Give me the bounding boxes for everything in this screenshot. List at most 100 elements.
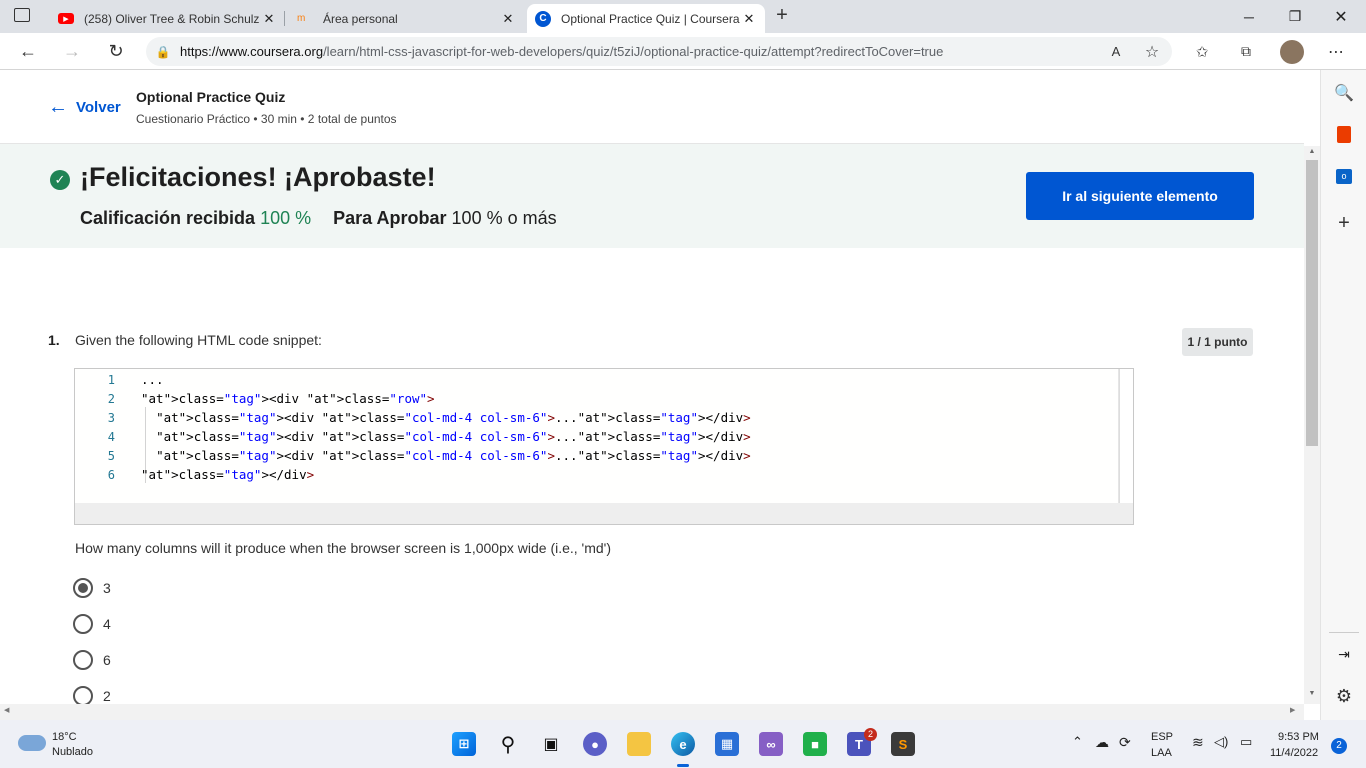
tab-actions-icon[interactable] [14, 8, 30, 22]
check-circle-icon: ✓ [50, 170, 70, 190]
option-label: 4 [103, 616, 111, 632]
clock-time[interactable]: 9:53 PM [1278, 731, 1319, 743]
code-text: "at">class="tag"><div "at">class="col-md… [156, 448, 751, 463]
edge-icon[interactable]: e [671, 732, 695, 756]
arrow-left-icon: ← [48, 96, 68, 118]
outlook-icon[interactable]: o [1321, 158, 1366, 194]
clock-date[interactable]: 11/4/2022 [1270, 747, 1318, 759]
file-explorer-icon[interactable] [627, 732, 651, 756]
wifi-icon[interactable]: ≋ [1192, 734, 1204, 751]
browser-tab-bar: ▶ (258) Oliver Tree & Robin Schulz ✕ m Á… [0, 0, 1366, 33]
favorites-icon[interactable]: ✩ [1184, 33, 1220, 70]
forward-arrow-icon[interactable]: → [54, 33, 90, 70]
close-tab-icon[interactable]: ✕ [261, 11, 277, 27]
teams-badge: 2 [864, 728, 877, 741]
pass-value: 100 % o más [451, 208, 557, 228]
horizontal-scrollbar[interactable]: ◀ ▶ [0, 704, 1304, 720]
code-text: ... [141, 372, 164, 387]
close-window-icon[interactable]: ✕ [1318, 0, 1364, 33]
read-aloud-icon[interactable]: A [1098, 33, 1134, 70]
url-host: https://www.coursera.org [180, 44, 324, 59]
question-followup: How many columns will it produce when th… [75, 540, 612, 556]
close-tab-icon[interactable]: ✕ [500, 11, 516, 27]
grade-label: Calificación recibida [80, 208, 256, 228]
answer-option[interactable]: 6 [73, 650, 111, 670]
onedrive-icon[interactable]: ☁ [1095, 734, 1109, 751]
answer-option[interactable]: 4 [73, 614, 111, 634]
pycharm-icon[interactable]: ■ [803, 732, 827, 756]
lang-top[interactable]: ESP [1151, 731, 1173, 743]
volume-icon[interactable]: ◁) [1214, 734, 1228, 750]
radio-button[interactable] [73, 686, 93, 704]
task-view-icon[interactable]: ▣ [539, 732, 563, 756]
line-number: 6 [107, 467, 115, 482]
lang-bottom[interactable]: LAA [1151, 747, 1172, 759]
back-link[interactable]: ← Volver [48, 96, 121, 119]
code-line: 1... [75, 370, 1115, 389]
grade-summary: Calificación recibida 100 % Para Aprobar… [80, 208, 557, 229]
add-favorite-icon[interactable]: ☆ [1134, 33, 1170, 70]
tab-title: Optional Practice Quiz | Coursera [561, 11, 740, 26]
code-editor: 1... 2 "at">class="tag"><div "at">class="… [75, 369, 1119, 503]
sublime-icon[interactable]: S [891, 732, 915, 756]
grade-value: 100 % [260, 208, 312, 228]
address-toolbar: ← → ↻ 🔒 https://www.coursera.org/learn/h… [0, 33, 1366, 70]
option-label: 2 [103, 688, 111, 704]
answer-option[interactable]: 3 [73, 578, 111, 598]
settings-icon[interactable]: ⚙ [1321, 678, 1366, 714]
back-arrow-icon[interactable]: ← [10, 33, 46, 70]
battery-icon[interactable]: ▭ [1240, 734, 1252, 750]
collections-icon[interactable]: ⧉ [1228, 33, 1264, 70]
line-number: 4 [107, 429, 115, 444]
url-bar[interactable]: 🔒 https://www.coursera.org/learn/html-cs… [146, 37, 1172, 66]
chat-icon[interactable]: ● [583, 732, 607, 756]
hide-sidebar-icon[interactable]: ⇥ [1321, 636, 1366, 672]
weather-temp: 18°C [52, 731, 77, 743]
new-tab-icon[interactable]: + [772, 4, 792, 28]
url-path: /learn/html-css-javascript-for-web-devel… [323, 44, 944, 59]
visual-studio-icon[interactable]: ∞ [759, 732, 783, 756]
page-scrollbar[interactable]: ▲ ▼ [1304, 146, 1320, 704]
code-line: 5 "at">class="tag"><div "at">class="col-… [75, 446, 1115, 465]
radio-button[interactable] [73, 578, 93, 598]
answer-option[interactable]: 2 [73, 686, 111, 704]
radio-button[interactable] [73, 650, 93, 670]
office-icon[interactable] [1321, 116, 1366, 152]
tab-moodle[interactable]: m Área personal ✕ [289, 4, 524, 33]
radio-button[interactable] [73, 614, 93, 634]
code-scrollbar[interactable] [1119, 369, 1133, 503]
refresh-icon[interactable]: ↻ [98, 33, 134, 70]
tab-coursera[interactable]: C Optional Practice Quiz | Coursera ✕ [527, 4, 765, 33]
points-badge: 1 / 1 punto [1182, 328, 1253, 356]
store-icon[interactable]: ▦ [715, 732, 739, 756]
youtube-icon: ▶ [58, 13, 74, 24]
profile-avatar[interactable] [1274, 33, 1310, 70]
restore-icon[interactable]: ❐ [1272, 0, 1318, 33]
tab-title: Área personal [323, 11, 398, 26]
code-text: "at">class="tag"></div> [141, 467, 315, 482]
cloud-icon [18, 735, 46, 751]
close-tab-icon[interactable]: ✕ [741, 11, 757, 27]
weather-desc: Nublado [52, 746, 93, 758]
sync-icon[interactable]: ⟳ [1119, 734, 1131, 751]
windows-taskbar: 18°C Nublado ⊞ ⚲ ▣ ● e ▦ ∞ ■ T 2 S ⌃ ☁ ⟳… [0, 720, 1366, 768]
windows-start-icon[interactable]: ⊞ [452, 732, 476, 756]
code-text: "at">class="tag"><div "at">class="row"> [141, 391, 435, 406]
notification-badge[interactable]: 2 [1331, 738, 1347, 754]
quiz-title: Optional Practice Quiz [136, 89, 286, 105]
minimize-icon[interactable]: ─ [1226, 0, 1272, 33]
search-icon[interactable]: 🔍 [1321, 75, 1366, 111]
next-item-button[interactable]: Ir al siguiente elemento [1026, 172, 1254, 220]
option-label: 6 [103, 652, 111, 668]
lock-icon: 🔒 [155, 44, 171, 59]
line-number: 5 [107, 448, 115, 463]
add-sidebar-icon[interactable]: + [1321, 205, 1366, 241]
scrollbar-thumb[interactable] [1306, 160, 1318, 446]
result-banner: ✓ ¡Felicitaciones! ¡Aprobaste! Calificac… [0, 144, 1304, 248]
question-number: 1. [48, 332, 60, 348]
more-menu-icon[interactable]: ⋯ [1318, 33, 1354, 70]
chevron-up-icon[interactable]: ⌃ [1072, 734, 1083, 750]
tab-youtube[interactable]: ▶ (258) Oliver Tree & Robin Schulz ✕ [50, 4, 285, 33]
code-line: 6 "at">class="tag"></div> [75, 465, 1115, 484]
search-icon[interactable]: ⚲ [496, 732, 520, 756]
